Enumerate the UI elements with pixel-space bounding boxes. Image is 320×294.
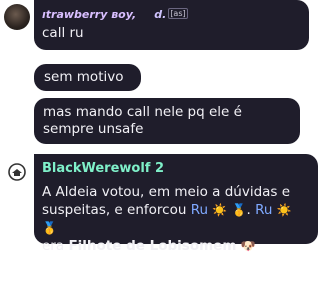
mention-link[interactable]: Ru xyxy=(255,202,272,218)
sender-suffix: d. xyxy=(154,8,167,21)
bot-icon[interactable] xyxy=(7,162,27,182)
user-tag: [as] xyxy=(168,8,188,19)
medal-icon: 🥇 xyxy=(42,221,57,235)
sun-icon: ☀️ xyxy=(212,203,228,217)
sun-icon: ☀️ xyxy=(276,203,292,217)
mention-link[interactable]: Ru xyxy=(191,202,208,218)
bot-text-mid: era xyxy=(42,238,65,254)
sender-line: ıtrawberry ʙoy, d. [as] xyxy=(42,8,299,22)
dot-text: . xyxy=(246,202,251,218)
puppy-icon: 🐶 xyxy=(240,239,256,253)
role-name: Filhote de Lobisomem xyxy=(68,238,237,254)
bot-message-text: A Aldeia votou, em meio a dúvidas e susp… xyxy=(42,183,310,255)
bot-sender-name[interactable]: BlackWerewolf 2 xyxy=(42,160,310,177)
user-avatar[interactable] xyxy=(4,4,30,30)
bot-message-bubble[interactable]: BlackWerewolf 2 A Aldeia votou, em meio … xyxy=(34,154,318,254)
message-bubble[interactable]: sem motivo xyxy=(34,64,141,91)
message-text: mas mando call nele pq ele é sempre unsa… xyxy=(43,104,242,137)
message-bubble[interactable]: mas mando call nele pq ele é sempre unsa… xyxy=(34,98,300,144)
message-text: call ru xyxy=(42,25,84,41)
bot-text-prefix: A Aldeia votou, em meio a dúvidas e susp… xyxy=(42,184,291,218)
message-text: sem motivo xyxy=(44,69,124,85)
message-bubble[interactable]: ıtrawberry ʙoy, d. [as] call ru xyxy=(34,0,309,50)
medal-icon: 🥇 xyxy=(231,203,247,217)
sender-name[interactable]: ıtrawberry ʙoy, xyxy=(42,8,136,21)
